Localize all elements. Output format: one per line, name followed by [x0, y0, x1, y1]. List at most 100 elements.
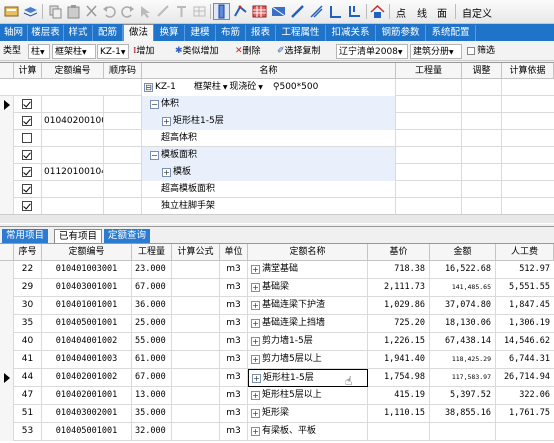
delete-button[interactable]: ✕删除	[235, 44, 261, 59]
quota-name-cell[interactable]: + 剪力墙5层以上	[248, 351, 368, 369]
name-cell[interactable]: − 体积	[142, 96, 396, 113]
adjust-cell[interactable]	[462, 181, 502, 198]
quota-name-cell[interactable]: + 有梁板、平板	[248, 423, 368, 441]
formula-cell[interactable]	[172, 261, 220, 279]
col-adjust-header[interactable]: 调整	[462, 63, 502, 79]
table-row[interactable]: 51 010403002001 35.000 m3 + 矩形梁 1,110.15 38,855…	[0, 405, 554, 423]
division-select[interactable]: 建筑分册▼	[410, 44, 462, 59]
undo-icon[interactable]	[101, 3, 118, 20]
redo-icon[interactable]	[119, 3, 136, 20]
formula-cell[interactable]	[172, 405, 220, 423]
expand-icon[interactable]: +	[162, 117, 171, 126]
calc-cell[interactable]	[14, 181, 42, 198]
name-cell[interactable]: − 模板面积	[142, 147, 396, 164]
collapse-icon[interactable]: −	[150, 100, 159, 109]
formula-cell[interactable]	[172, 351, 220, 369]
col-qty-header[interactable]: 工程量	[132, 244, 172, 261]
code-cell[interactable]: 010405001001	[42, 423, 132, 441]
custom-button[interactable]: 自定义	[462, 5, 492, 20]
basis-cell[interactable]	[502, 96, 554, 113]
col-qty-header[interactable]: 工程量	[396, 63, 462, 79]
col-seq-header[interactable]: 顺序码	[104, 63, 142, 79]
expand-icon[interactable]: +	[251, 427, 260, 436]
class-add-button[interactable]: ✱类似增加	[175, 44, 219, 59]
qty-cell[interactable]	[396, 96, 462, 113]
calc-checkbox[interactable]	[22, 116, 32, 126]
code-cell[interactable]: 010402001002	[42, 369, 132, 387]
col-amount-header[interactable]: 金额	[430, 244, 496, 261]
basis-cell[interactable]	[502, 198, 554, 215]
table-row[interactable]: 41 010404001003 61.000 m3 + 剪力墙5层以上 1,941.40 11…	[0, 351, 554, 369]
expand-icon[interactable]: +	[251, 337, 260, 346]
type-select[interactable]: 柱▼	[28, 44, 50, 59]
grid-icon[interactable]	[251, 3, 268, 20]
quota-name-cell[interactable]: + 矩形梁	[248, 405, 368, 423]
point-button[interactable]: 点	[396, 5, 406, 20]
qty-cell[interactable]: 36.000	[132, 297, 172, 315]
qty-cell[interactable]: 35.000	[132, 405, 172, 423]
tab-project-props[interactable]: 工程属性	[276, 25, 326, 41]
col-no-header[interactable]: 序号	[14, 244, 42, 261]
method-row[interactable]: − 模板面积	[0, 147, 554, 164]
table-row[interactable]: 29 010403001001 67.000 m3 + 基础梁 2,111.73 141,48…	[0, 279, 554, 297]
qty-cell[interactable]	[396, 198, 462, 215]
axis-icon[interactable]	[327, 3, 344, 20]
col-code-header[interactable]: 定额编号	[42, 63, 104, 79]
expand-icon[interactable]: +	[251, 319, 260, 328]
qty-cell[interactable]	[396, 147, 462, 164]
method-row[interactable]: − 体积	[0, 96, 554, 113]
expand-icon[interactable]: +	[251, 301, 260, 310]
expand-icon[interactable]: +	[251, 409, 260, 418]
calc-cell[interactable]	[14, 96, 42, 113]
calc-checkbox[interactable]	[22, 201, 32, 211]
col-code-header[interactable]: 定额编号	[42, 244, 132, 261]
tab-existing-items[interactable]: 已有项目	[54, 229, 103, 243]
qty-cell[interactable]	[396, 130, 462, 147]
screen-checkbox[interactable]	[467, 46, 475, 55]
table-row[interactable]: 40 010404001002 55.000 m3 + 剪力墙1-5层 1,226.15 67…	[0, 333, 554, 351]
quota-name-cell[interactable]: + 矩形柱5层以上	[248, 387, 368, 405]
code-cell[interactable]: 010403002001	[42, 405, 132, 423]
home-icon[interactable]	[369, 3, 386, 20]
cut-icon[interactable]	[83, 3, 100, 20]
qty-cell[interactable]	[396, 113, 462, 130]
calc-cell[interactable]	[14, 164, 42, 181]
component-row[interactable]: ⊟ KZ-1 框架柱 ▼ 现浇砼 ▼ ⚲500*500	[0, 79, 554, 96]
method-row[interactable]: 010402001002 +矩形柱1-5层	[0, 113, 554, 130]
col-basis-header[interactable]: 计算依据	[502, 63, 554, 79]
collapse-icon[interactable]: ⊟	[144, 83, 153, 92]
copy-icon[interactable]	[47, 3, 64, 20]
basis-cell[interactable]	[502, 147, 554, 164]
quota-name-cell[interactable]: + 满堂基础	[248, 261, 368, 279]
expand-icon[interactable]: +	[162, 168, 171, 177]
calc-cell[interactable]	[14, 147, 42, 164]
adjust-cell[interactable]	[462, 130, 502, 147]
tab-convert[interactable]: 换算	[154, 25, 185, 41]
col-name-header[interactable]: 名称	[142, 63, 396, 79]
quota-name-cell[interactable]: + 基础连梁下护渣	[248, 297, 368, 315]
code-cell[interactable]: 010401003001	[42, 261, 132, 279]
expand-icon[interactable]: +	[251, 283, 260, 292]
collapse-icon[interactable]: −	[150, 151, 159, 160]
formula-cell[interactable]	[172, 297, 220, 315]
adjust-cell[interactable]	[462, 113, 502, 130]
formula-cell[interactable]	[172, 333, 220, 351]
surface-button[interactable]: 面	[437, 5, 447, 20]
frame-select[interactable]: 框架柱▼	[52, 44, 96, 59]
expand-icon[interactable]: +	[252, 374, 261, 383]
code-cell[interactable]: 010405001001	[42, 315, 132, 333]
name-cell[interactable]: 超高体积	[142, 130, 396, 147]
col-calc-header[interactable]: 计算	[14, 63, 42, 79]
code-cell[interactable]: 010404001002	[42, 333, 132, 351]
calc-checkbox[interactable]	[22, 133, 32, 143]
slab-icon[interactable]	[270, 3, 287, 20]
col-formula-header[interactable]: 计算公式	[172, 244, 220, 261]
calc-cell[interactable]	[14, 113, 42, 130]
method-row[interactable]: 011201001048 +模板	[0, 164, 554, 181]
qty-cell[interactable]: 13.000	[132, 387, 172, 405]
expand-icon[interactable]: +	[251, 391, 260, 400]
adjust-cell[interactable]	[462, 147, 502, 164]
code-cell[interactable]: 010401001001	[42, 297, 132, 315]
code-select[interactable]: KZ-1▼	[97, 44, 129, 59]
qty-cell[interactable]: 67.000	[132, 279, 172, 297]
